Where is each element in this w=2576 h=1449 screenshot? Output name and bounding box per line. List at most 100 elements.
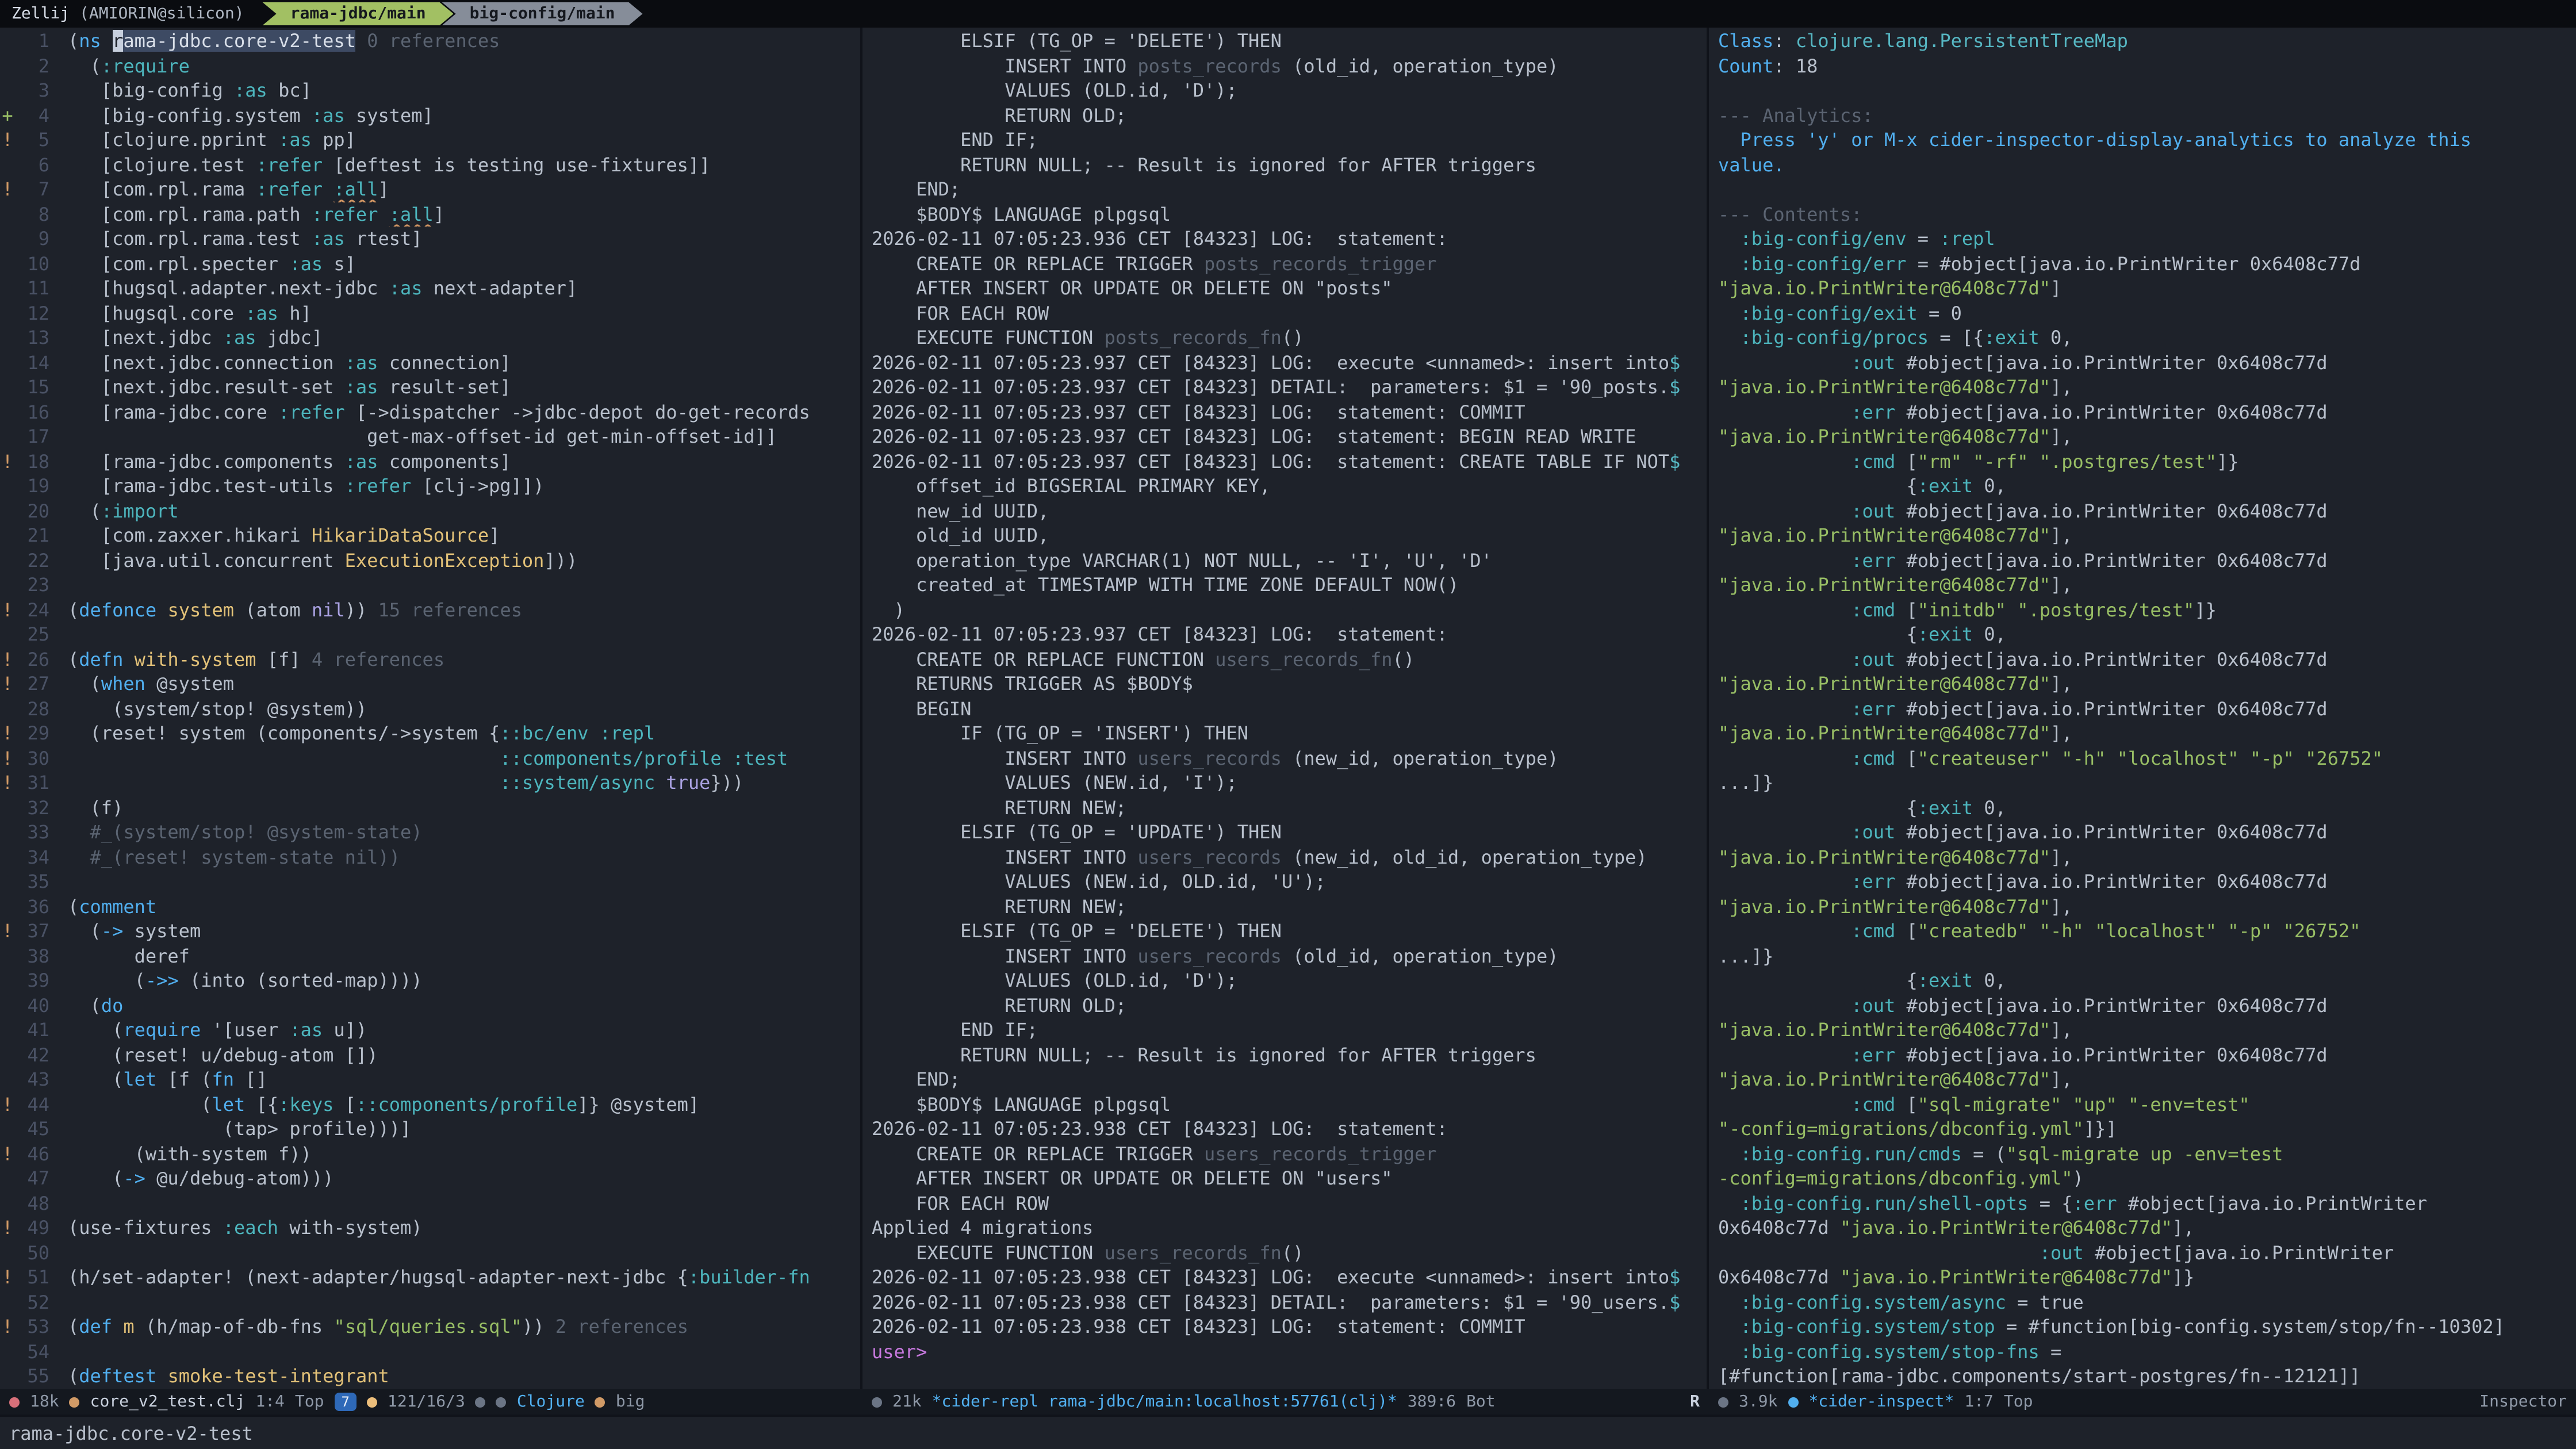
buffer-name[interactable]: core_v2_test.clj [90,1393,246,1411]
code-token: #object[java.io.PrintWriter 0x6408c77d [1895,500,2327,522]
code-token: $BODY$ LANGUAGE plpgsql [872,203,1171,225]
code-token: $ [1669,450,1680,472]
project-name[interactable]: big [616,1393,645,1411]
code-token: def [79,1316,112,1337]
gutter-marker [0,251,15,276]
code-token: let [212,1093,245,1115]
line-number: 19 [15,474,49,499]
code-token [722,747,733,769]
buffer-line: "java.io.PrintWriter@6408c77d"], [1718,721,2576,746]
buffer-line: ) [872,597,1707,622]
gutter-marker [0,499,15,523]
code-token: #object[java.io.PrintWriter 0x6408c77d [1895,994,2327,1016]
buffer-line: 16 [rama-jdbc.core :refer [->dispatcher … [0,400,860,424]
code-token: [com.rpl.specter [68,252,289,274]
buffer-line: "java.io.PrintWriter@6408c77d"], [1718,845,2576,869]
buffer-line: 2026-02-11 07:05:23.936 CET [84323] LOG:… [872,227,1707,251]
gutter-marker: ! [0,647,15,672]
repl-buffer[interactable]: ELSIF (TG_OP = 'DELETE') THEN INSERT INT… [862,28,1709,1389]
buffer-line: user> [872,1339,1707,1364]
buffer-line: 54 [0,1339,860,1364]
buffer-line: created_at TIMESTAMP WITH TIME ZONE DEFA… [872,573,1707,597]
code-token: #_(system/stop! @system-state) [68,821,423,843]
buffer-line: 35 [0,869,860,894]
line-number: 33 [15,820,49,845]
tab-big-config-main[interactable]: big-config/main [442,2,643,25]
code-token: [rama-jdbc.core [68,401,278,423]
code-token: [ [1895,1093,1918,1115]
code-token: :as [389,277,423,299]
buffer-line: "java.io.PrintWriter@6408c77d"], [1718,672,2576,696]
code-token: [com.rpl.rama.path [68,203,312,225]
code-token: :err [1851,549,1895,571]
code-token: [f] [256,648,301,670]
buffer-line: {:exit 0, [1718,474,2576,499]
code-token [655,772,666,793]
buffer-line: !44 (let [{:keys [::components/profile]}… [0,1092,860,1117]
buffer-line: :err #object[java.io.PrintWriter 0x6408c… [1718,869,2576,894]
code-token: let [123,1068,156,1090]
code-token: ...]} [1718,945,1773,967]
buffer-line: RETURN OLD; [872,103,1707,128]
code-token: ( [68,30,79,52]
tab-rama-jdbc-main[interactable]: rama-jdbc/main [263,2,454,25]
diagnostics-count[interactable]: 121/16/3 [388,1393,465,1411]
major-mode[interactable]: Clojure [517,1393,585,1411]
gutter-marker [0,78,15,103]
window-badge: 7 [335,1393,356,1411]
editor-buffer[interactable]: 1(ns rama-jdbc.core-v2-test 0 references… [0,28,862,1389]
line-number: 22 [15,548,49,573]
buffer-line: 0x6408c77d "java.io.PrintWriter@6408c77d… [1718,1216,2576,1240]
buffer-line: 19 [rama-jdbc.test-utils :refer [clj->pg… [0,474,860,499]
gutter-marker: ! [0,597,15,622]
code-token: ]} [2194,599,2217,620]
code-token: [next.jdbc.connection [68,351,345,373]
code-token: ])) [544,549,577,571]
code-token: with-system [135,648,256,670]
code-token: $BODY$ LANGUAGE plpgsql [872,1093,1171,1115]
code-token [2006,599,2017,620]
code-token: (with-system f)) [68,1143,312,1164]
code-token: 0, [1973,969,2006,991]
code-token: ...]} [1718,772,1773,793]
code-token: ::bc/env [500,722,588,744]
code-token [1962,450,1973,472]
buffer-name[interactable]: *cider-repl rama-jdbc/main:localhost:577… [932,1393,1397,1411]
buffer-line: !7 [com.rpl.rama :refer :all] [0,177,860,202]
buffer-line: "-config=migrations/dbconfig.yml"]}] [1718,1117,2576,1141]
code-token: :out [1851,821,1895,843]
code-token: [hugsql.adapter.next-jdbc [68,277,389,299]
code-token: #object[java.io.PrintWriter 0x6408c77d [1895,1044,2327,1065]
buffer-line: !27 (when @system [0,672,860,696]
code-token: #object[java.io.PrintWriter [2084,1241,2394,1263]
line-number: 26 [15,647,49,672]
buffer-line: !51(h/set-adapter! (next-adapter/hugsql-… [0,1265,860,1290]
code-token: #object[java.io.PrintWriter 0x6408c77d [1895,549,2327,571]
gutter-marker [0,573,15,597]
code-token: :err [1851,697,1895,719]
code-token: :err [1851,871,1895,892]
gutter-marker [0,894,15,919]
checker-icon [496,1397,507,1407]
code-token: [->dispatcher ->jdbc-depot do-get-record… [345,401,810,423]
code-token: [deftest is testing use-fixtures]] [323,154,710,175]
buffer-line: ...]} [1718,770,2576,795]
code-token: 2026-02-11 07:05:23.938 CET [84323] LOG:… [872,1266,1669,1288]
code-token [378,203,389,225]
line-number: 37 [15,919,49,944]
code-token: "sql-migrate up -env=test [2006,1143,2283,1164]
code-token: END; [872,178,960,200]
line-number: 17 [15,424,49,449]
buffer-line: RETURNS TRIGGER AS $BODY$ [872,672,1707,696]
line-number: 4 [15,103,49,128]
gutter-marker [0,202,15,227]
code-token: ] [434,203,444,225]
line-number: 28 [15,696,49,721]
buffer-line [1718,177,2576,202]
inspector-buffer[interactable]: Class: clojure.lang.PersistentTreeMapCou… [1709,28,2576,1389]
buffer-line: CREATE OR REPLACE TRIGGER users_records_… [872,1141,1707,1166]
buffer-line: FOR EACH ROW [872,1191,1707,1216]
line-number: 43 [15,1067,49,1092]
buffer-name[interactable]: *cider-inspect* [1808,1393,1954,1411]
buffer-line: 52 [0,1290,860,1314]
